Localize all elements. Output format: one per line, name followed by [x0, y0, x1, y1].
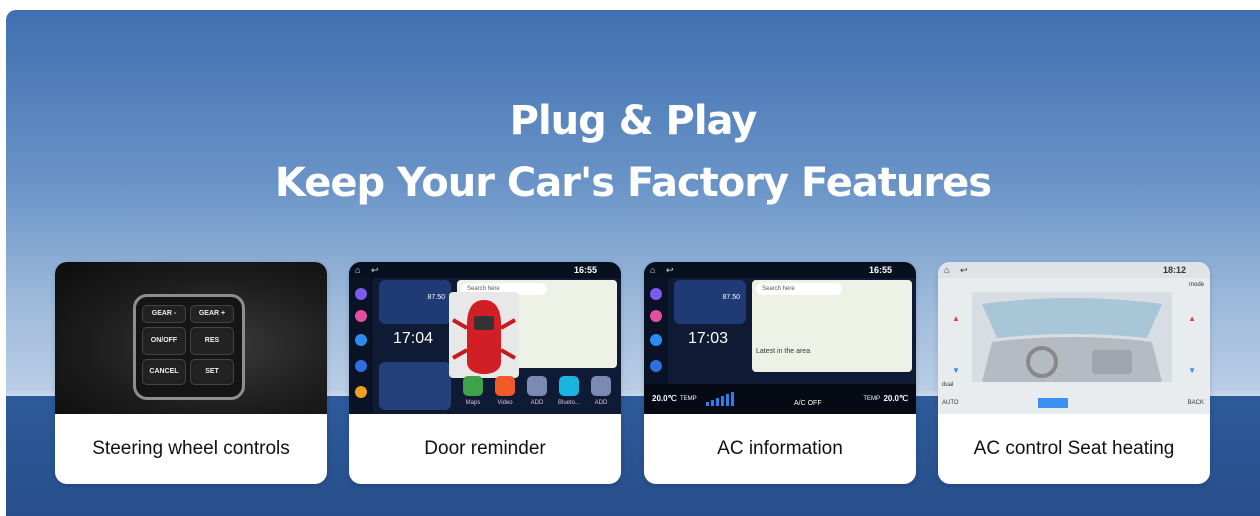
- mode-button: mode: [1188, 282, 1204, 288]
- cancel-button: CANCEL: [142, 359, 186, 385]
- app-label: ADD: [594, 400, 608, 406]
- status-time: 16:55: [868, 265, 892, 275]
- status-bar: ⌂ ↩ 16:55: [349, 262, 621, 278]
- radio-frequency: 87.50: [427, 294, 445, 301]
- heat-down-icon: ▼: [952, 366, 960, 375]
- home-icon: ⌂: [355, 265, 361, 275]
- clock-widget: 17:03: [687, 330, 729, 347]
- app-label: Video: [497, 400, 513, 406]
- app-label: ADD: [530, 400, 544, 406]
- fan-level-icon: [706, 392, 734, 406]
- radio-widget: 87.50: [379, 280, 451, 324]
- card-caption: Door reminder: [424, 438, 546, 459]
- car-interior-image: [972, 292, 1172, 382]
- status-bar: ⌂ ↩ 18:12: [938, 262, 1210, 278]
- home-icon: ⌂: [944, 265, 950, 275]
- res-button: RES: [190, 327, 234, 355]
- status-time: 16:55: [573, 265, 597, 275]
- steering-button-panel: GEAR - GEAR + ON/OFF RES CANCEL SET: [133, 294, 245, 400]
- status-time: 18:12: [1162, 265, 1186, 275]
- map-area-label: Latest in the area: [756, 348, 811, 355]
- back-icon: ↩: [666, 265, 674, 275]
- clock-widget: 17:04: [392, 330, 434, 347]
- home-icon: ⌂: [650, 265, 656, 275]
- back-icon: ↩: [371, 265, 379, 275]
- radio-frequency: 87.50: [722, 294, 740, 301]
- fan-slider: [1038, 398, 1068, 408]
- ac-info-bar: 20.0℃ TEMP A/C OFF TEMP 20.0℃: [644, 384, 916, 414]
- app-row: Maps Video ADD Blueto... ADD: [457, 372, 617, 412]
- set-button: SET: [190, 359, 234, 385]
- ac-control-screen: ⌂ ↩ 18:12 dual AUTO BACK mode ▲ ▼ ▲ ▼: [938, 262, 1210, 414]
- car-widget: [379, 362, 451, 410]
- heat-up-icon: ▲: [952, 314, 960, 323]
- car-door-icon: [449, 292, 519, 378]
- feature-card-ac-control: ⌂ ↩ 18:12 dual AUTO BACK mode ▲ ▼ ▲ ▼ AC…: [938, 262, 1210, 484]
- dual-button: dual: [942, 382, 954, 388]
- ac-status: A/C OFF: [794, 400, 822, 407]
- ac-temp-label: TEMP: [680, 396, 697, 402]
- app-label: Maps: [465, 400, 481, 406]
- headline-secondary: Keep Your Car's Factory Features: [274, 160, 992, 206]
- hero-banner: Plug & Play Keep Your Car's Factory Feat…: [6, 10, 1260, 516]
- head-unit-screen: ⌂ ↩ 16:55 87.50 17:04 Search here Maps V…: [349, 262, 621, 414]
- card-caption: AC information: [717, 438, 843, 459]
- back-icon: ↩: [960, 265, 968, 275]
- feature-card-door: ⌂ ↩ 16:55 87.50 17:04 Search here Maps V…: [349, 262, 621, 484]
- ac-temp-label: TEMP: [863, 396, 880, 402]
- feature-card-steering: GEAR - GEAR + ON/OFF RES CANCEL SET Stee…: [55, 262, 327, 484]
- auto-button: AUTO: [942, 400, 959, 406]
- ac-left-temp: 20.0℃: [652, 394, 677, 403]
- map-search-input: Search here: [756, 283, 842, 295]
- steering-wheel-photo: GEAR - GEAR + ON/OFF RES CANCEL SET: [55, 262, 327, 414]
- ac-right-temp: 20.0℃: [883, 394, 908, 403]
- gear-plus-button: GEAR +: [190, 305, 234, 323]
- app-dock: [349, 278, 373, 414]
- back-button: BACK: [1187, 400, 1204, 406]
- heat-down-icon: ▼: [1188, 366, 1196, 375]
- head-unit-screen: ⌂ ↩ 16:55 87.50 17:03 Search here Latest…: [644, 262, 916, 414]
- app-label: Blueto...: [557, 400, 580, 406]
- on-off-button: ON/OFF: [142, 327, 186, 355]
- heat-up-icon: ▲: [1188, 314, 1196, 323]
- radio-widget: 87.50: [674, 280, 746, 324]
- headline-primary: Plug & Play: [509, 98, 758, 144]
- status-bar: ⌂ ↩ 16:55: [644, 262, 916, 278]
- map-widget: Search here Latest in the area: [752, 280, 912, 372]
- feature-card-ac-info: ⌂ ↩ 16:55 87.50 17:03 Search here Latest…: [644, 262, 916, 484]
- card-caption: Steering wheel controls: [92, 438, 290, 459]
- card-caption: AC control Seat heating: [973, 438, 1175, 459]
- gear-minus-button: GEAR -: [142, 305, 186, 323]
